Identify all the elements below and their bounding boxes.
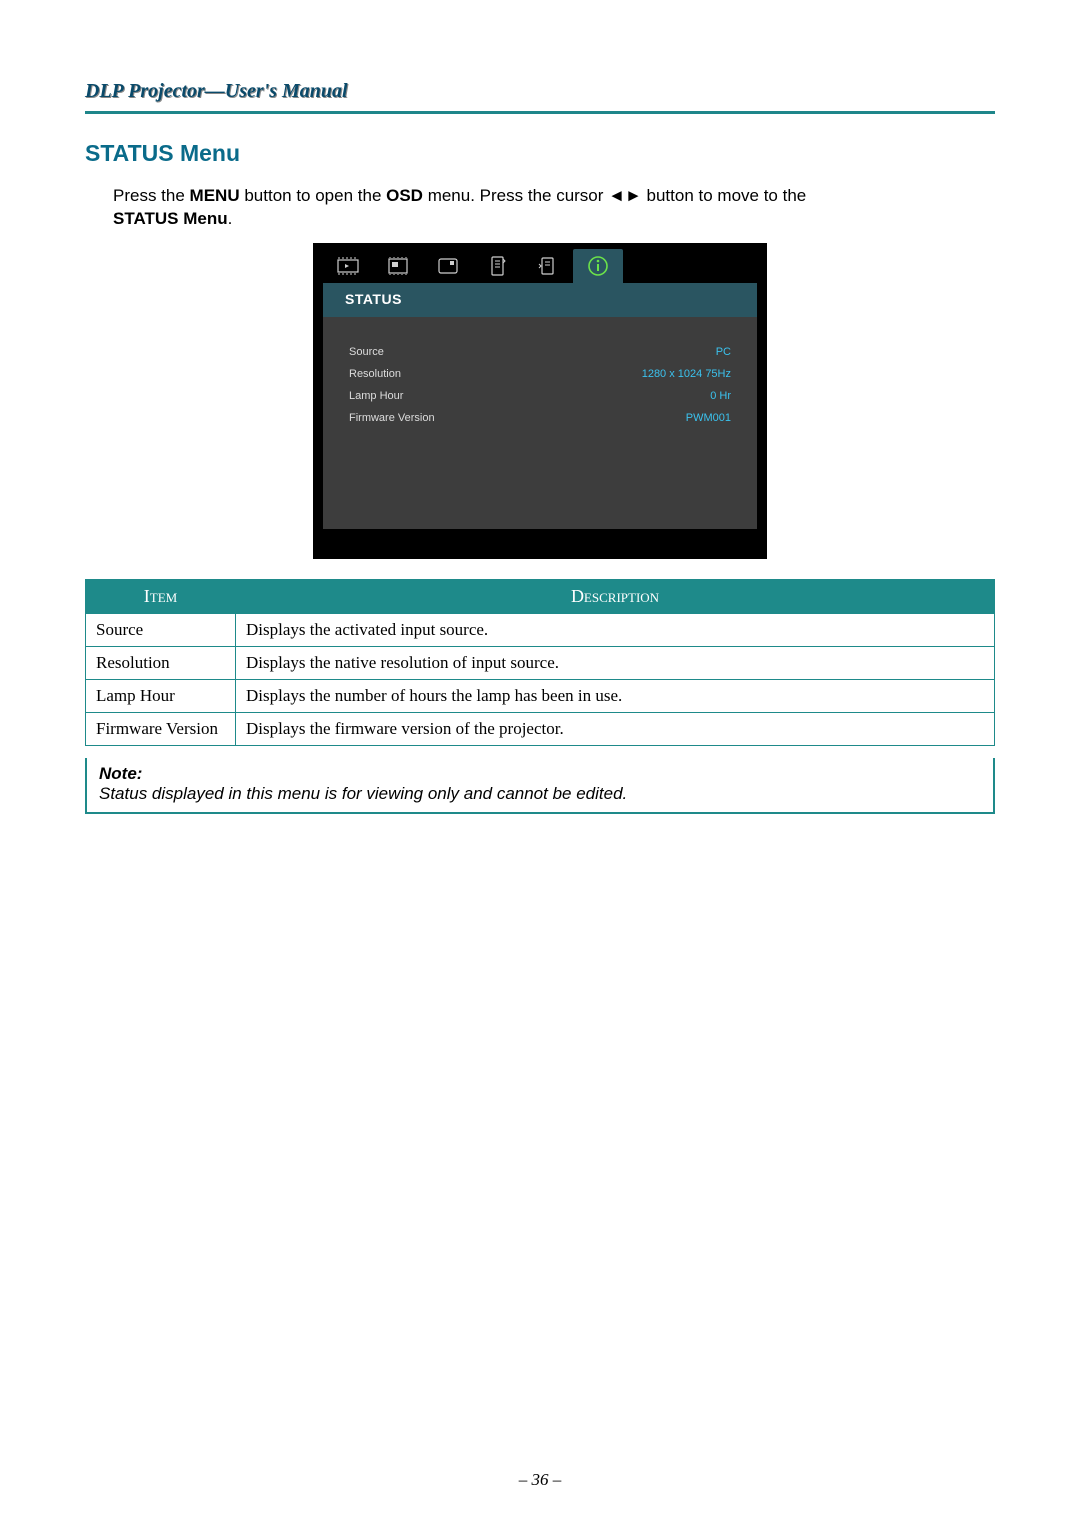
intro-paragraph: Press the MENU button to open the OSD me…: [113, 185, 995, 231]
intro-text: menu. Press the cursor ◄► button to move…: [423, 186, 806, 205]
osd-label: Lamp Hour: [349, 390, 403, 402]
intro-text: Press the: [113, 186, 190, 205]
osd-value: PWM001: [686, 412, 731, 424]
cell-item: Source: [86, 613, 236, 646]
osd-tab-1-icon: [323, 249, 373, 283]
osd-screenshot: STATUS Source PC Resolution 1280 x 1024 …: [85, 243, 995, 559]
osd-value: 0 Hr: [710, 390, 731, 402]
osd-label: Resolution: [349, 368, 401, 380]
osd-tab-5-icon: [523, 249, 573, 283]
intro-text: .: [228, 209, 233, 228]
osd-tab-4-icon: [473, 249, 523, 283]
cell-item: Firmware Version: [86, 712, 236, 745]
header-divider: [85, 111, 995, 114]
osd-row-lamphour: Lamp Hour 0 Hr: [349, 385, 731, 407]
col-header-item: Item: [86, 579, 236, 613]
osd-value: 1280 x 1024 75Hz: [642, 368, 731, 380]
section-heading: STATUS Menu: [85, 140, 995, 167]
col-header-description: Description: [236, 579, 995, 613]
osd-title: STATUS: [323, 283, 757, 317]
document-header: DLP Projector—User's Manual: [85, 80, 995, 103]
table-row: Lamp Hour Displays the number of hours t…: [86, 679, 995, 712]
cell-desc: Displays the firmware version of the pro…: [236, 712, 995, 745]
osd-label: Firmware Version: [349, 412, 435, 424]
note-label: Note:: [99, 764, 981, 784]
menu-bold: MENU: [190, 186, 240, 205]
osd-row-firmware: Firmware Version PWM001: [349, 407, 731, 429]
osd-tab-3-icon: [423, 249, 473, 283]
osd-row-resolution: Resolution 1280 x 1024 75Hz: [349, 363, 731, 385]
osd-body: Source PC Resolution 1280 x 1024 75Hz La…: [323, 317, 757, 529]
note-box: Note: Status displayed in this menu is f…: [85, 758, 995, 814]
cell-item: Lamp Hour: [86, 679, 236, 712]
description-table: Item Description Source Displays the act…: [85, 579, 995, 746]
table-row: Resolution Displays the native resolutio…: [86, 646, 995, 679]
table-row: Firmware Version Displays the firmware v…: [86, 712, 995, 745]
cell-desc: Displays the native resolution of input …: [236, 646, 995, 679]
osd-tab-2-icon: [373, 249, 423, 283]
osd-bold: OSD: [386, 186, 423, 205]
table-row: Source Displays the activated input sour…: [86, 613, 995, 646]
osd-value: PC: [716, 346, 731, 358]
note-text: Status displayed in this menu is for vie…: [99, 784, 981, 804]
osd-tab-bar: [313, 243, 767, 283]
status-menu-bold: STATUS Menu: [113, 209, 228, 228]
cell-desc: Displays the number of hours the lamp ha…: [236, 679, 995, 712]
intro-text: button to open the: [240, 186, 387, 205]
osd-label: Source: [349, 346, 384, 358]
cell-desc: Displays the activated input source.: [236, 613, 995, 646]
cell-item: Resolution: [86, 646, 236, 679]
osd-tab-status-icon: [573, 249, 623, 283]
osd-row-source: Source PC: [349, 341, 731, 363]
page-number: – 36 –: [0, 1470, 1080, 1490]
